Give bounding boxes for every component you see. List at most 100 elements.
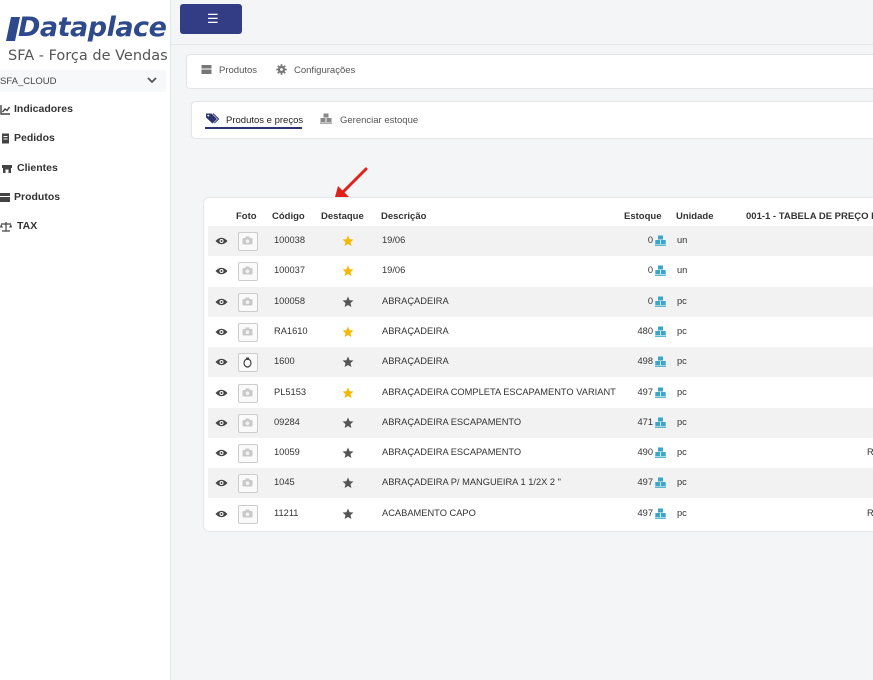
col-header-destaque[interactable]: Destaque [321, 211, 364, 222]
product-photo[interactable] [238, 444, 258, 463]
camera-icon [242, 478, 253, 487]
camera-icon [242, 509, 253, 518]
product-photo[interactable] [238, 474, 258, 493]
sidebar: Dataplace SFA - Força de Vendas SFA_CLOU… [0, 0, 171, 680]
stock-pallet-icon[interactable] [655, 417, 666, 428]
table-row[interactable]: 1045 ABRAÇADEIRA P/ MANGUEIRA 1 1/2X 2 " 4… [208, 468, 873, 498]
stock-pallet-icon[interactable] [655, 265, 666, 276]
document-icon [2, 133, 9, 144]
table-row[interactable]: PL5153 ABRAÇADEIRA COMPLETA ESCAPAMENTO V… [208, 378, 873, 408]
table-row[interactable]: RA1610 ABRAÇADEIRA 480 pc [208, 317, 873, 347]
stock-pallet-icon[interactable] [655, 296, 666, 307]
product-photo[interactable] [238, 353, 258, 372]
product-photo[interactable] [238, 293, 258, 312]
eye-icon[interactable] [215, 509, 228, 519]
col-header-unidade[interactable]: Unidade [676, 211, 713, 222]
product-photo[interactable] [238, 414, 258, 433]
cell-unidade: pc [677, 387, 687, 397]
menu-toggle-button[interactable]: ☰ [180, 4, 242, 34]
col-header-codigo[interactable]: Código [272, 211, 305, 222]
cell-descricao: ABRAÇADEIRA ESCAPAMENTO [382, 447, 522, 457]
boxes-icon [201, 65, 212, 74]
star-icon[interactable] [342, 508, 354, 520]
chart-icon [0, 105, 10, 115]
cell-codigo: 11211 [274, 508, 299, 518]
product-photo[interactable] [238, 323, 258, 342]
cell-estoque: 490 [637, 447, 653, 457]
table-row[interactable]: 100058 ABRAÇADEIRA 0 pc [208, 287, 873, 317]
star-icon[interactable] [342, 265, 354, 277]
cell-unidade: un [677, 265, 688, 275]
camera-icon [242, 327, 253, 336]
subtabs-bar: Produtos e preços Gerenciar estoque [191, 101, 873, 139]
camera-icon [242, 236, 253, 245]
table-row[interactable]: 09284 ABRAÇADEIRA ESCAPAMENTO 471 pc [208, 408, 873, 438]
col-header-estoque[interactable]: Estoque [624, 211, 661, 222]
cell-codigo: RA1610 [274, 326, 308, 336]
table-row[interactable]: 100038 19/06 0 un [208, 226, 873, 256]
sidebar-item-tax[interactable]: TAX [0, 215, 168, 239]
sidebar-item-indicadores[interactable]: Indicadores [0, 98, 168, 122]
table-row[interactable]: 1600 ABRAÇADEIRA 498 pc [208, 347, 873, 377]
camera-icon [242, 448, 253, 457]
star-icon[interactable] [342, 477, 354, 489]
cell-estoque: 471 [637, 417, 653, 427]
star-icon[interactable] [342, 356, 354, 368]
tab-label: Produtos e preços [226, 115, 304, 126]
star-icon[interactable] [342, 387, 354, 399]
star-icon[interactable] [342, 417, 354, 429]
eye-icon[interactable] [215, 236, 228, 246]
eye-icon[interactable] [215, 266, 228, 276]
table-row[interactable]: 11211 ACABAMENTO CAPO 497 pc R [208, 499, 873, 529]
stock-pallet-icon[interactable] [655, 477, 666, 488]
tenant-label: SFA_CLOUD [0, 76, 57, 87]
cell-codigo: 10059 [274, 447, 300, 457]
eye-icon[interactable] [215, 357, 228, 367]
hamburger-icon: ☰ [207, 11, 219, 26]
tab-label: Produtos [219, 65, 258, 76]
stock-pallet-icon[interactable] [655, 235, 666, 246]
stock-pallet-icon[interactable] [655, 447, 666, 458]
col-header-price-table[interactable]: 001-1 - TABELA DE PREÇO PA [746, 211, 873, 222]
cell-estoque: 0 [647, 265, 653, 275]
gear-icon [276, 64, 287, 75]
eye-icon[interactable] [215, 418, 228, 428]
cell-descricao: ABRAÇADEIRA ESCAPAMENTO [382, 417, 522, 427]
cell-price-extra: R [867, 508, 873, 518]
star-icon[interactable] [342, 296, 354, 308]
product-photo[interactable] [238, 232, 258, 251]
table-row[interactable]: 100037 19/06 0 un [208, 256, 873, 286]
star-icon[interactable] [342, 235, 354, 247]
product-photo[interactable] [238, 262, 258, 281]
cell-estoque: 497 [637, 508, 653, 518]
tags-icon [206, 113, 219, 124]
eye-icon[interactable] [215, 448, 228, 458]
star-icon[interactable] [342, 447, 354, 459]
box-icon [0, 193, 10, 202]
sidebar-item-label: Pedidos [14, 132, 55, 144]
eye-icon[interactable] [215, 297, 228, 307]
star-icon[interactable] [342, 326, 354, 338]
sidebar-item-produtos[interactable]: Produtos [0, 186, 168, 210]
sidebar-item-clientes[interactable]: Clientes [0, 157, 168, 181]
cell-codigo: 100037 [274, 265, 306, 275]
col-header-foto: Foto [236, 211, 257, 222]
tenant-selector[interactable]: SFA_CLOUD [0, 70, 166, 92]
product-photo[interactable] [238, 384, 258, 403]
eye-icon[interactable] [215, 478, 228, 488]
table-row[interactable]: 10059 ABRAÇADEIRA ESCAPAMENTO 490 pc R [208, 438, 873, 468]
app-subtitle: SFA - Força de Vendas [8, 48, 168, 64]
stock-pallet-icon[interactable] [655, 387, 666, 398]
sidebar-item-label: Indicadores [14, 103, 73, 115]
product-photo[interactable] [238, 505, 258, 524]
cell-descricao: ABRAÇADEIRA [382, 296, 449, 306]
stock-pallet-icon[interactable] [655, 326, 666, 337]
sidebar-item-pedidos[interactable]: Pedidos [0, 127, 168, 151]
col-header-descricao[interactable]: Descrição [381, 211, 426, 222]
stock-pallet-icon[interactable] [655, 508, 666, 519]
stock-pallet-icon[interactable] [655, 356, 666, 367]
tab-label: Gerenciar estoque [340, 115, 419, 126]
eye-icon[interactable] [215, 388, 228, 398]
eye-icon[interactable] [215, 327, 228, 337]
chevron-down-icon [147, 77, 157, 84]
